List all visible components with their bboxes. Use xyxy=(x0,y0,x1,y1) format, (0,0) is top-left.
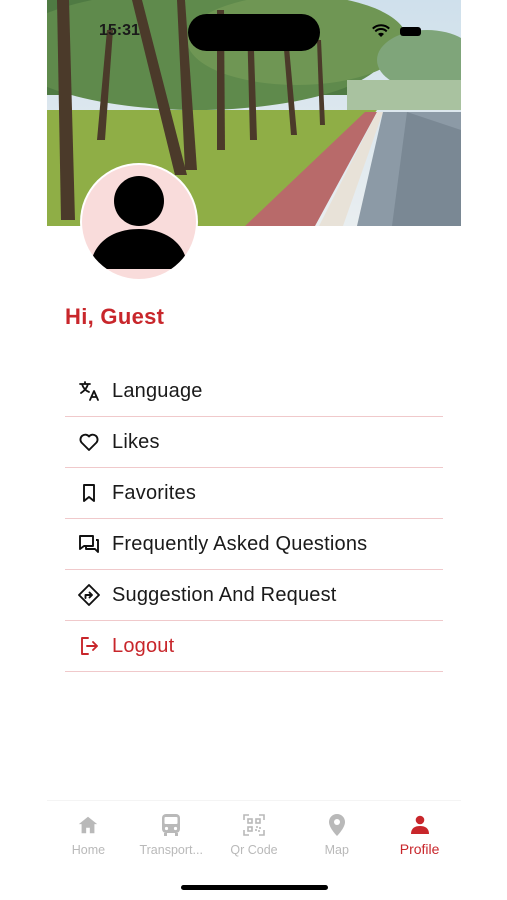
tab-profile[interactable]: Profile xyxy=(378,801,461,863)
battery-icon xyxy=(400,27,421,36)
tab-label: Profile xyxy=(399,841,440,857)
person-icon xyxy=(410,813,430,837)
menu-item-suggestion[interactable]: Suggestion And Request xyxy=(65,570,443,621)
menu-item-label: Language xyxy=(112,379,203,402)
tab-label: Home xyxy=(71,843,106,857)
tab-label: Map xyxy=(324,843,349,857)
menu-item-faq[interactable]: Frequently Asked Questions xyxy=(65,519,443,570)
home-icon xyxy=(77,813,99,837)
heart-icon xyxy=(77,430,101,454)
dynamic-island xyxy=(188,14,320,51)
menu-item-label: Favorites xyxy=(112,481,197,504)
menu-item-label: Suggestion And Request xyxy=(112,583,337,606)
menu-item-logout[interactable]: Logout xyxy=(65,621,443,672)
directions-diamond-icon xyxy=(77,583,101,607)
person-silhouette-icon xyxy=(90,176,188,269)
menu-item-label: Frequently Asked Questions xyxy=(112,532,368,555)
menu-item-favorites[interactable]: Favorites xyxy=(65,468,443,519)
tab-map[interactable]: Map xyxy=(295,801,378,863)
translate-icon xyxy=(77,379,101,403)
avatar[interactable] xyxy=(82,165,196,279)
menu-item-language[interactable]: Language xyxy=(65,366,443,417)
bottom-tab-bar: Home Transport... Qr Code Map Profile xyxy=(47,800,461,863)
wifi-icon xyxy=(372,24,390,38)
map-pin-icon xyxy=(328,813,346,837)
chat-bubbles-icon xyxy=(77,532,101,556)
menu-item-likes[interactable]: Likes xyxy=(65,417,443,468)
logout-icon xyxy=(77,634,101,658)
status-time: 15:31 xyxy=(99,22,140,39)
menu-item-label: Logout xyxy=(112,634,175,657)
tab-home[interactable]: Home xyxy=(47,801,130,863)
tab-label: Qr Code xyxy=(230,843,278,857)
tab-transport[interactable]: Transport... xyxy=(130,801,213,863)
profile-screen: 15:31 Hi, Guest Language Likes Favorites… xyxy=(47,0,461,900)
greeting-title: Hi, Guest xyxy=(65,304,165,329)
tab-label: Transport... xyxy=(139,843,203,857)
qr-code-icon xyxy=(243,813,265,837)
profile-menu: Language Likes Favorites Frequently Aske… xyxy=(65,366,443,672)
home-indicator[interactable] xyxy=(181,885,328,890)
menu-item-label: Likes xyxy=(112,430,160,453)
tab-qr-code[interactable]: Qr Code xyxy=(213,801,296,863)
bus-icon xyxy=(160,813,182,837)
bookmark-icon xyxy=(77,481,101,505)
